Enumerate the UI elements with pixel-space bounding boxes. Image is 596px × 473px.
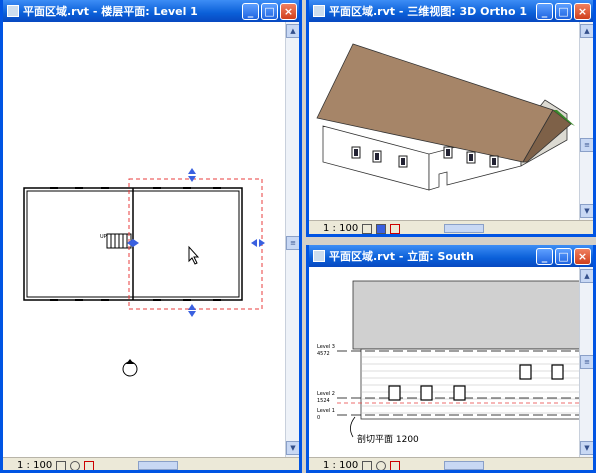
elevation-view-titlebar[interactable]: 平面区域.rvt - 立面: South _ □ ×	[309, 245, 593, 267]
elevation-view-control-bar: 1 : 100	[309, 457, 593, 470]
horizontal-scroll-thumb[interactable]	[444, 224, 485, 233]
level-2-value: 1524	[317, 398, 330, 404]
stair	[106, 233, 132, 249]
scroll-thumb[interactable]: ≡	[580, 355, 593, 369]
minimize-button[interactable]: _	[242, 2, 259, 20]
minimize-button[interactable]: _	[536, 2, 553, 20]
revit-view-icon	[313, 250, 325, 262]
scroll-down-icon[interactable]: ▼	[580, 204, 593, 218]
elevation-view-title: 平面区域.rvt - 立面: South	[329, 250, 474, 263]
3d-view-window[interactable]: 平面区域.rvt - 三维视图: 3D Ortho 1 _ □ × ▲ ≡ ▼ …	[306, 0, 596, 237]
revit-view-icon	[7, 5, 19, 17]
maximize-button[interactable]: □	[261, 2, 278, 20]
plan-drawing-area[interactable]: UP	[3, 22, 285, 457]
mouse-cursor	[188, 245, 200, 265]
sun-path-icon[interactable]	[390, 223, 401, 234]
scroll-thumb[interactable]: ≡	[580, 138, 593, 152]
roof-elevation	[352, 280, 584, 350]
level-heads: Level 3 4572 Level 2 1524 Level 1 0	[317, 344, 335, 421]
plan-drawing: UP	[23, 168, 265, 377]
3d-view-title: 平面区域.rvt - 三维视图: 3D Ortho 1	[329, 5, 528, 18]
level-1-name: Level 1	[317, 408, 335, 414]
cut-plane-annotation: 剖切平面 1200	[357, 433, 419, 445]
scroll-up-icon[interactable]: ▲	[286, 24, 299, 38]
3d-view-control-bar: 1 : 100	[309, 220, 593, 234]
crop-grips	[127, 168, 265, 317]
sun-path-icon[interactable]	[84, 460, 95, 470]
view-scale[interactable]: 1 : 100	[323, 223, 358, 234]
level-2-name: Level 2	[317, 391, 335, 397]
scroll-up-icon[interactable]: ▲	[580, 24, 593, 38]
visual-style-icon[interactable]	[376, 223, 387, 234]
scroll-down-icon[interactable]: ▼	[286, 441, 299, 455]
3d-drawing-area[interactable]	[309, 22, 579, 220]
visual-style-icon[interactable]	[376, 460, 387, 470]
maximize-button[interactable]: □	[555, 247, 572, 265]
close-button[interactable]: ×	[574, 247, 591, 265]
detail-level-icon[interactable]	[362, 460, 373, 470]
visual-style-icon[interactable]	[70, 460, 81, 470]
scroll-down-icon[interactable]: ▼	[580, 441, 593, 455]
plan-view-window[interactable]: 平面区域.rvt - 楼层平面: Level 1 _ □ × UP ▲ ≡ ▼ …	[0, 0, 302, 473]
elevation-vertical-scrollbar[interactable]: ▲ ≡ ▼	[579, 267, 593, 457]
horizontal-scroll-thumb[interactable]	[444, 461, 485, 470]
level-3-value: 4572	[317, 351, 330, 357]
stair-label: UP	[100, 234, 107, 240]
3d-house-model	[316, 43, 575, 191]
3d-view-titlebar[interactable]: 平面区域.rvt - 三维视图: 3D Ortho 1 _ □ ×	[309, 0, 593, 22]
view-scale[interactable]: 1 : 100	[323, 460, 358, 470]
plan-view-control-bar: 1 : 100	[3, 457, 299, 470]
plan-view-title: 平面区域.rvt - 楼层平面: Level 1	[23, 5, 198, 18]
wall-elevation	[360, 348, 584, 420]
plan-view-titlebar[interactable]: 平面区域.rvt - 楼层平面: Level 1 _ □ ×	[3, 0, 299, 22]
level-1-value: 0	[317, 415, 320, 421]
view-scale[interactable]: 1 : 100	[17, 460, 52, 470]
close-button[interactable]: ×	[280, 2, 297, 20]
revit-view-icon	[313, 5, 325, 17]
elevation-drawing-area[interactable]: Level 3 4572 Level 2 1524 Level 1 0 剖切平面…	[309, 267, 584, 457]
elevation-view-window[interactable]: 平面区域.rvt - 立面: South _ □ × Level 3 4572 …	[306, 245, 596, 473]
detail-level-icon[interactable]	[362, 223, 373, 234]
scroll-up-icon[interactable]: ▲	[580, 269, 593, 283]
3d-vertical-scrollbar[interactable]: ▲ ≡ ▼	[579, 22, 593, 220]
minimize-button[interactable]: _	[536, 247, 553, 265]
sun-path-icon[interactable]	[390, 460, 401, 470]
close-button[interactable]: ×	[574, 2, 591, 20]
maximize-button[interactable]: □	[555, 2, 572, 20]
scroll-thumb[interactable]: ≡	[286, 236, 299, 250]
horizontal-scroll-thumb[interactable]	[138, 461, 179, 470]
elevation-marker	[122, 361, 138, 377]
elevation-drawing: Level 3 4572 Level 2 1524 Level 1 0 剖切平面…	[317, 280, 584, 445]
plan-vertical-scrollbar[interactable]: ▲ ≡ ▼	[285, 22, 299, 457]
level-3-name: Level 3	[317, 344, 335, 350]
detail-level-icon[interactable]	[56, 460, 67, 470]
